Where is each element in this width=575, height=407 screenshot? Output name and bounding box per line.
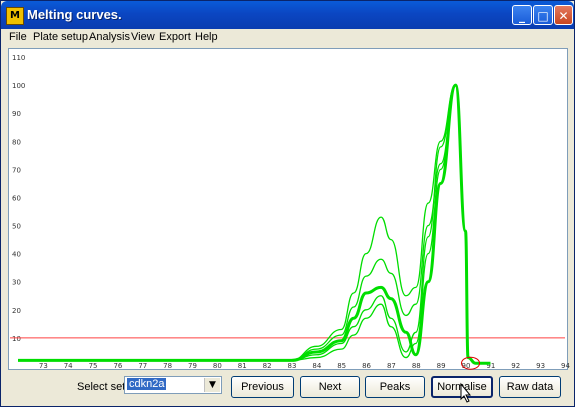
- window-title: Melting curves.: [27, 7, 122, 22]
- next-button[interactable]: Next: [300, 376, 360, 398]
- peaks-button[interactable]: Peaks: [365, 376, 425, 398]
- app-icon: M: [6, 7, 24, 25]
- chevron-down-icon[interactable]: ▼: [204, 378, 220, 392]
- menu-view[interactable]: View: [131, 31, 155, 43]
- menu-file[interactable]: File: [9, 31, 27, 43]
- normalise-button[interactable]: Normalise: [431, 376, 493, 398]
- menu-bar: File Plate setup Analysis View Export He…: [1, 29, 574, 48]
- menu-help[interactable]: Help: [195, 31, 218, 43]
- minimize-button[interactable]: _: [512, 5, 532, 25]
- title-bar[interactable]: M Melting curves. _ □ ✕: [1, 1, 574, 29]
- raw-data-button[interactable]: Raw data: [499, 376, 561, 398]
- maximize-button[interactable]: □: [533, 5, 553, 25]
- select-set-value[interactable]: cdkn2a: [127, 378, 167, 390]
- previous-button[interactable]: Previous: [231, 376, 294, 398]
- plot-area[interactable]: [8, 48, 568, 370]
- select-set-label: Select set: [77, 381, 126, 393]
- close-button[interactable]: ✕: [554, 5, 573, 25]
- select-set-dropdown[interactable]: cdkn2a ▼: [124, 376, 222, 394]
- menu-export[interactable]: Export: [159, 31, 191, 43]
- menu-analysis[interactable]: Analysis: [89, 31, 130, 43]
- menu-plate-setup[interactable]: Plate setup: [33, 31, 88, 43]
